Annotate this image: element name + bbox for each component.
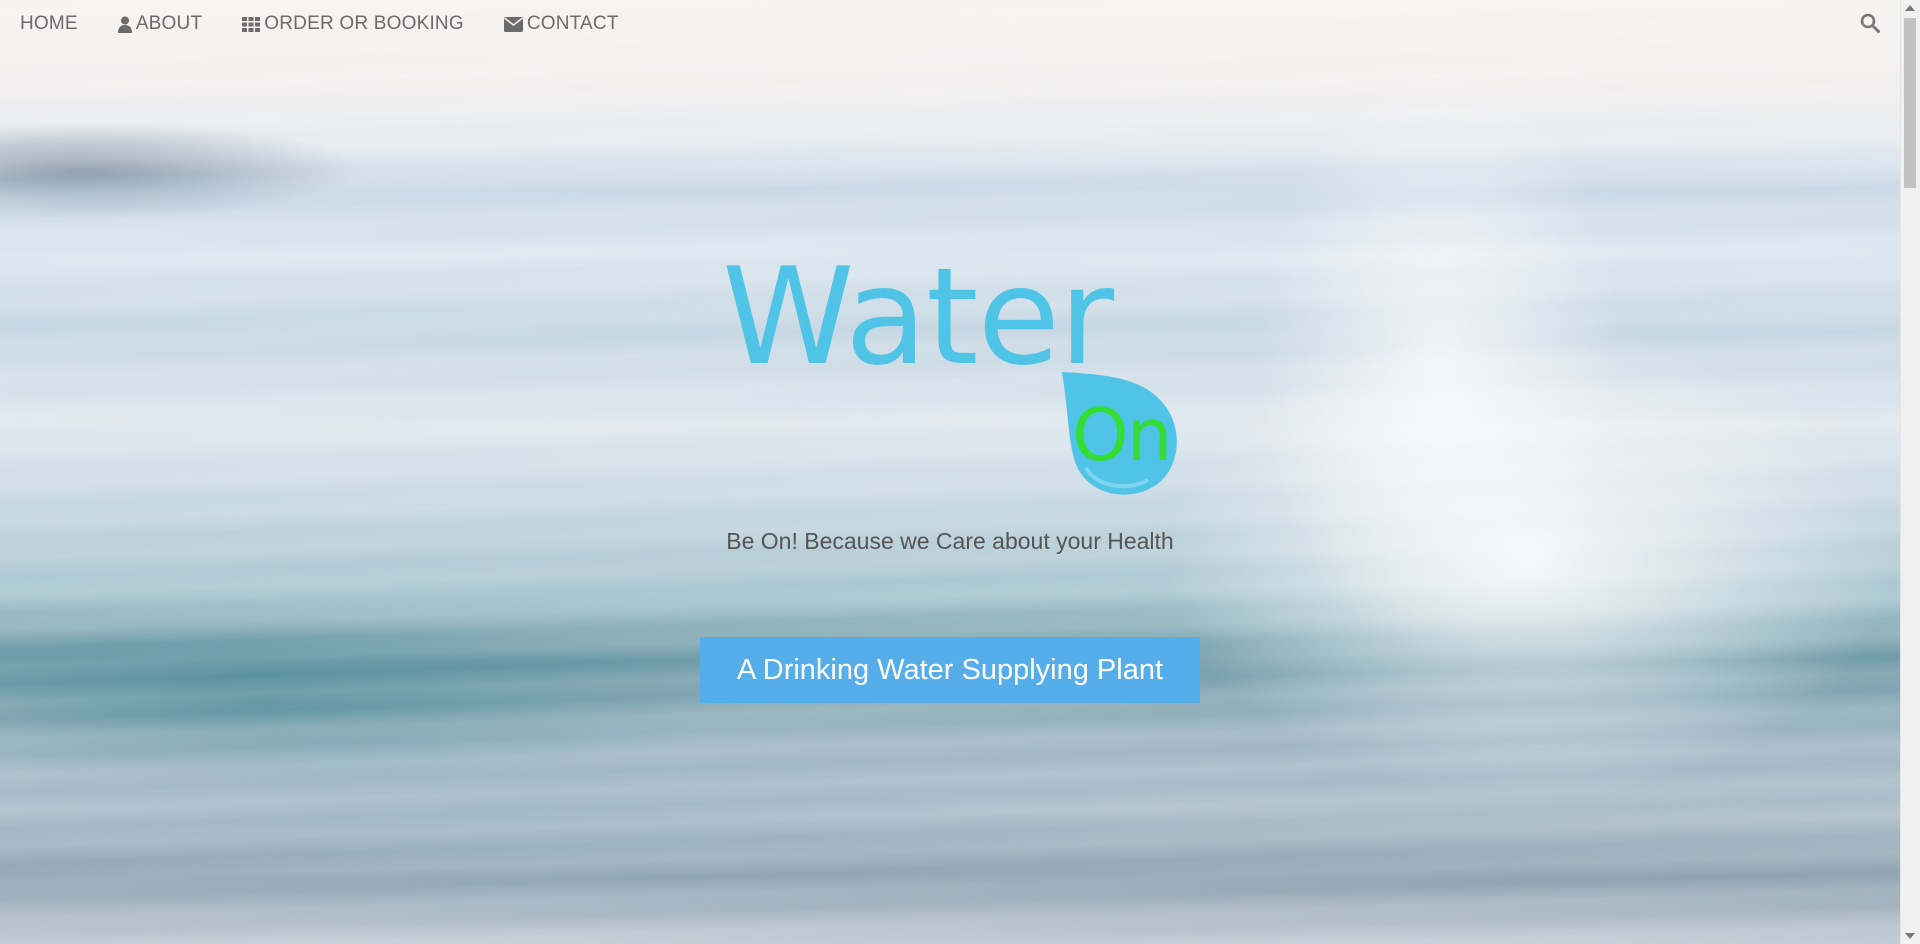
water-on-logo: Water On: [720, 250, 1180, 500]
scroll-down-icon[interactable]: [1905, 933, 1915, 939]
nav-home-label: HOME: [20, 13, 78, 34]
nav-contact-label: CONTACT: [526, 13, 619, 34]
tagline: Be On! Because we Care about your Health: [726, 528, 1174, 554]
scroll-up-icon[interactable]: [1905, 5, 1915, 11]
user-icon: [117, 16, 132, 33]
nav-order-booking-label: ORDER OR BOOKING: [264, 13, 464, 34]
top-nav: HOME ABOUT ORDER OR BOOKING CONTACT: [0, 0, 1920, 48]
logo-drop-text: On: [1072, 393, 1172, 477]
nav-home[interactable]: HOME: [20, 13, 78, 35]
page-scrollbar[interactable]: [1900, 0, 1920, 944]
nav-about[interactable]: ABOUT: [117, 13, 203, 35]
grid-icon: [242, 16, 261, 32]
logo-word: Water: [722, 239, 1114, 395]
scroll-thumb[interactable]: [1904, 18, 1916, 188]
nav-order-booking[interactable]: ORDER OR BOOKING: [242, 13, 464, 35]
nav-about-label: ABOUT: [135, 13, 203, 34]
cta-button[interactable]: A Drinking Water Supplying Plant: [700, 637, 1200, 703]
nav-contact[interactable]: CONTACT: [503, 13, 619, 35]
hero-background: HOME ABOUT ORDER OR BOOKING CONTACT Wate…: [0, 0, 1920, 944]
envelope-icon: [503, 16, 523, 32]
